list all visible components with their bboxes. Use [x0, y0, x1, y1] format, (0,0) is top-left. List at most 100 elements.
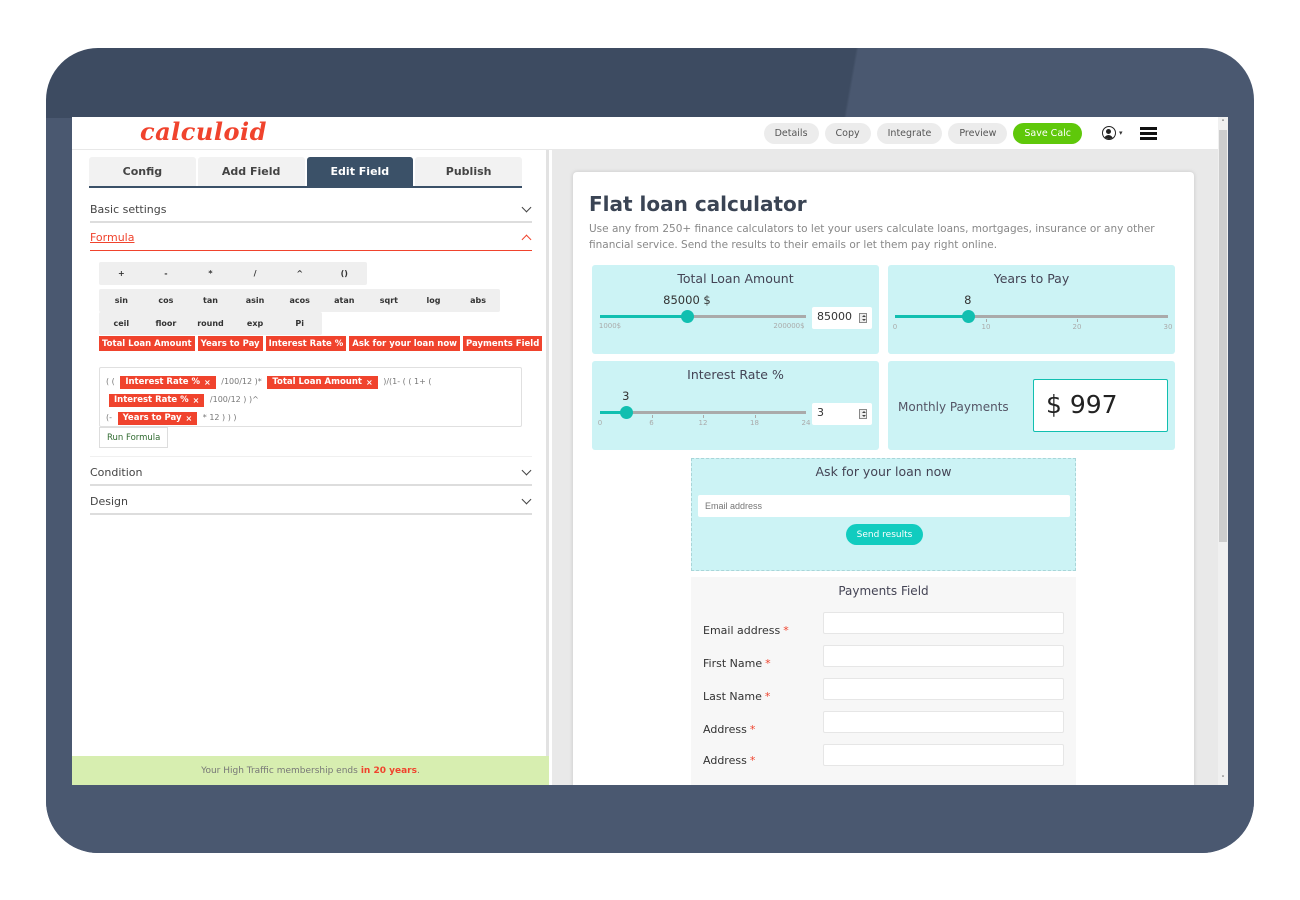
slider-handle[interactable]: [961, 310, 975, 323]
integrate-button[interactable]: Integrate: [876, 123, 943, 144]
slider-value-label: 3: [622, 389, 630, 403]
close-icon[interactable]: ×: [366, 376, 373, 389]
spinner-icon[interactable]: [859, 409, 867, 419]
logo[interactable]: calculoid: [140, 117, 267, 146]
section-condition[interactable]: Condition: [90, 461, 532, 486]
section-formula[interactable]: Formula: [90, 226, 532, 251]
fn-round-button[interactable]: round: [188, 312, 233, 335]
editor-tabs: Config Add Field Edit Field Publish: [89, 157, 522, 188]
top-actions: Details Copy Integrate Preview Save Calc: [763, 123, 1082, 144]
fn-tan-button[interactable]: tan: [188, 289, 233, 312]
first-name-label: First Name *: [703, 657, 771, 670]
fn-sqrt-button[interactable]: sqrt: [367, 289, 412, 312]
vertical-scrollbar[interactable]: ˄ ˅: [1218, 117, 1228, 785]
first-name-field[interactable]: [823, 645, 1064, 667]
op-power-button[interactable]: ^: [277, 262, 322, 285]
close-icon[interactable]: ×: [193, 394, 200, 407]
required-mark: *: [749, 754, 756, 767]
field-tag-payments[interactable]: Payments Field: [463, 336, 543, 351]
spinner-icon[interactable]: [859, 313, 867, 323]
preview-button[interactable]: Preview: [948, 123, 1008, 144]
op-divide-button[interactable]: /: [233, 262, 278, 285]
tab-publish[interactable]: Publish: [415, 157, 522, 186]
chip-label: Total Loan Amount: [272, 377, 362, 387]
tab-edit-field[interactable]: Edit Field: [306, 157, 414, 186]
tick-label: 0: [892, 323, 898, 331]
fn-cos-button[interactable]: cos: [144, 289, 189, 312]
section-label: Design: [90, 495, 128, 508]
chevron-down-icon: [521, 465, 532, 476]
tab-config[interactable]: Config: [89, 157, 196, 186]
send-results-button[interactable]: Send results: [846, 524, 923, 545]
app-window: calculoid Details Copy Integrate Preview…: [72, 117, 1228, 785]
interest-slider[interactable]: 3: [600, 389, 806, 419]
email-input[interactable]: [698, 495, 1070, 517]
formula-chip[interactable]: Interest Rate % ×: [109, 394, 205, 407]
menu-icon[interactable]: [1140, 127, 1157, 140]
editor-panel: Config Add Field Edit Field Publish Basi…: [72, 150, 549, 785]
result-value: $ 997: [1033, 379, 1168, 432]
fn-asin-button[interactable]: asin: [233, 289, 278, 312]
run-formula-button[interactable]: Run Formula: [99, 427, 169, 448]
details-button[interactable]: Details: [763, 123, 819, 144]
op-multiply-button[interactable]: *: [188, 262, 233, 285]
field-title: Years to Pay: [993, 271, 1070, 286]
last-name-field[interactable]: [823, 678, 1064, 700]
section-label: Basic settings: [90, 203, 167, 216]
close-icon[interactable]: ×: [186, 412, 193, 425]
slider-handle[interactable]: [680, 310, 694, 323]
result-label: Monthly Payments: [898, 400, 1009, 414]
field-tag-ask-loan[interactable]: Ask for your loan now: [349, 336, 461, 351]
fn-ceil-button[interactable]: ceil: [99, 312, 144, 335]
address-field[interactable]: [823, 711, 1064, 733]
scroll-down-icon[interactable]: ˅: [1219, 774, 1227, 784]
scroll-up-icon[interactable]: ˄: [1219, 118, 1227, 128]
years-slider[interactable]: 8: [895, 293, 1168, 323]
interest-input[interactable]: 3: [812, 403, 872, 425]
fn-sin-button[interactable]: sin: [99, 289, 144, 312]
user-caret-icon[interactable]: ▾: [1119, 129, 1123, 137]
total-loan-slider[interactable]: 85000 $: [600, 293, 806, 323]
email-field[interactable]: [823, 612, 1064, 634]
tick-label: 12: [698, 419, 708, 427]
chevron-down-icon: [521, 494, 532, 505]
copy-button[interactable]: Copy: [824, 123, 871, 144]
chevron-down-icon: [521, 202, 532, 213]
tick-label: 10: [981, 323, 991, 331]
fn-floor-button[interactable]: floor: [144, 312, 189, 335]
tick-label: 20: [1072, 323, 1082, 331]
close-icon[interactable]: ×: [204, 376, 211, 389]
fn-log-button[interactable]: log: [411, 289, 456, 312]
scroll-thumb[interactable]: [1219, 130, 1227, 542]
section-basic-settings[interactable]: Basic settings: [90, 198, 532, 223]
op-minus-button[interactable]: -: [144, 262, 189, 285]
fn-pi-button[interactable]: Pi: [277, 312, 322, 335]
section-design[interactable]: Design: [90, 490, 532, 515]
save-calc-button[interactable]: Save Calc: [1013, 123, 1082, 144]
formula-chip[interactable]: Interest Rate % ×: [120, 376, 216, 389]
fn-acos-button[interactable]: acos: [277, 289, 322, 312]
formula-editor[interactable]: ( ( Interest Rate % × /100/12 )* Total Lo…: [99, 367, 522, 427]
tick-mark: [1077, 319, 1078, 322]
field-tag-total-loan[interactable]: Total Loan Amount: [99, 336, 195, 351]
fn-exp-button[interactable]: exp: [233, 312, 278, 335]
fn-atan-button[interactable]: atan: [322, 289, 367, 312]
slider-value-label: 85000 $: [663, 293, 711, 307]
label-text: Email address: [703, 624, 781, 637]
formula-chip[interactable]: Years to Pay ×: [117, 412, 198, 425]
op-parens-button[interactable]: (): [322, 262, 367, 285]
formula-chip[interactable]: Total Loan Amount ×: [267, 376, 378, 389]
total-loan-input[interactable]: 85000: [812, 307, 872, 329]
slider-handle[interactable]: [619, 406, 633, 419]
fn-abs-button[interactable]: abs: [456, 289, 501, 312]
function-buttons-row1: sin cos tan asin acos atan sqrt log abs: [99, 289, 501, 312]
address-2-field[interactable]: [823, 744, 1064, 766]
label-text: Address: [703, 754, 747, 767]
field-tag-years[interactable]: Years to Pay: [197, 336, 263, 351]
user-icon[interactable]: [1102, 126, 1116, 140]
label-text: Last Name: [703, 690, 762, 703]
field-tag-interest[interactable]: Interest Rate %: [265, 336, 347, 351]
op-plus-button[interactable]: +: [99, 262, 144, 285]
tab-add-field[interactable]: Add Field: [197, 157, 305, 186]
chevron-up-icon: [521, 234, 532, 245]
